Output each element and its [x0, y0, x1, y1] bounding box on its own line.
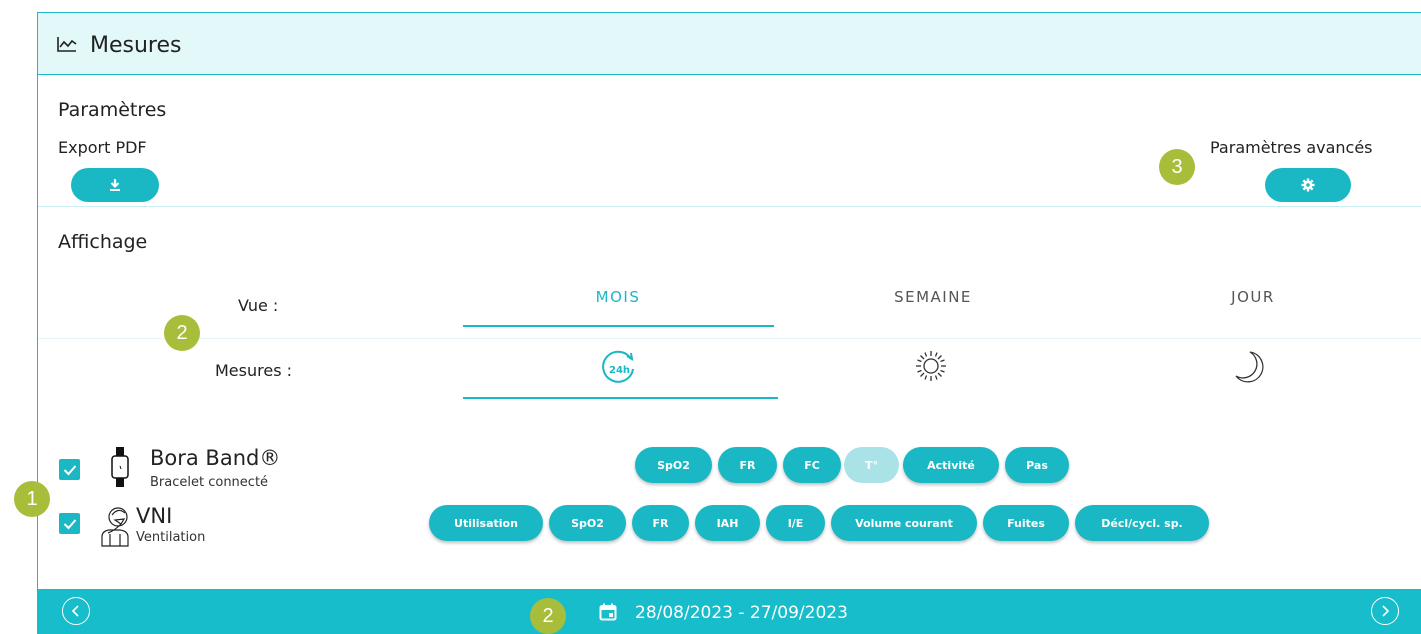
bora-band-subtitle: Bracelet connecté [150, 475, 269, 490]
annotation-badge-3: 3 [1159, 149, 1195, 185]
24h-icon[interactable]: 24h [600, 349, 638, 385]
chip-vni-decl-cycl[interactable]: Décl/cycl. sp. [1075, 505, 1209, 541]
calendar-icon [599, 603, 617, 621]
panel-header: Mesures [38, 13, 1421, 75]
tab-semaine[interactable]: SEMAINE [778, 288, 1088, 306]
date-range[interactable]: 28/08/2023 - 27/09/2023 [635, 603, 848, 623]
date-navigation-bar: 28/08/2023 - 27/09/2023 [37, 589, 1421, 634]
chip-vni-fuites[interactable]: Fuites [983, 505, 1069, 541]
line-chart-icon [57, 37, 77, 52]
svg-text:24h: 24h [609, 365, 630, 376]
chip-bora-fc[interactable]: FC [783, 447, 841, 483]
export-pdf-button[interactable] [71, 168, 159, 202]
chip-vni-fr[interactable]: FR [632, 505, 689, 541]
vni-subtitle: Ventilation [136, 530, 206, 545]
measure-24h-underline [463, 397, 778, 399]
chip-vni-spo2[interactable]: SpO2 [549, 505, 626, 541]
chip-vni-iah[interactable]: IAH [695, 505, 760, 541]
chip-vni-utilisation[interactable]: Utilisation [429, 505, 543, 541]
vni-checkbox[interactable] [59, 513, 80, 534]
ventilation-icon [101, 507, 129, 547]
panel-title: Mesures [90, 33, 182, 58]
chip-bora-fr[interactable]: FR [718, 447, 777, 483]
mesures-label: Mesures : [215, 361, 293, 380]
annotation-badge-2-vue: 2 [164, 315, 200, 351]
bora-band-name: Bora Band® [150, 446, 281, 470]
download-icon [110, 179, 120, 191]
sun-icon[interactable] [914, 349, 948, 383]
chip-bora-spo2[interactable]: SpO2 [635, 447, 712, 483]
chevron-right-icon [1382, 605, 1390, 617]
vue-divider [38, 338, 1421, 339]
watch-icon [111, 447, 129, 487]
affichage-title: Affichage [58, 231, 148, 253]
chip-bora-temperature[interactable]: T° [844, 447, 899, 483]
tab-jour[interactable]: JOUR [1098, 288, 1408, 306]
vue-label: Vue : [238, 296, 279, 315]
export-pdf-label: Export PDF [58, 138, 147, 157]
section-divider [38, 206, 1421, 207]
annotation-badge-2-date: 2 [530, 598, 566, 634]
advanced-params-label: Paramètres avancés [1210, 138, 1373, 157]
next-period-button[interactable] [1371, 597, 1399, 625]
chip-vni-ie[interactable]: I/E [766, 505, 825, 541]
gear-icon [1301, 178, 1315, 192]
parametres-title: Paramètres [58, 99, 167, 121]
measures-panel: Mesures Paramètres Export PDF Paramètres… [37, 12, 1421, 634]
tab-mois-underline [463, 325, 774, 327]
advanced-params-button[interactable] [1265, 168, 1351, 202]
chip-vni-volume-courant[interactable]: Volume courant [831, 505, 977, 541]
bora-band-checkbox[interactable] [59, 459, 80, 480]
tab-mois[interactable]: MOIS [463, 288, 773, 306]
chevron-left-icon [71, 605, 79, 617]
chip-bora-pas[interactable]: Pas [1005, 447, 1069, 483]
previous-period-button[interactable] [62, 597, 90, 625]
chip-bora-activite[interactable]: Activité [903, 447, 999, 483]
check-icon [63, 518, 76, 529]
moon-icon[interactable] [1232, 349, 1266, 385]
vni-name: VNI [136, 504, 173, 528]
check-icon [63, 464, 76, 475]
annotation-badge-1: 1 [14, 481, 50, 517]
